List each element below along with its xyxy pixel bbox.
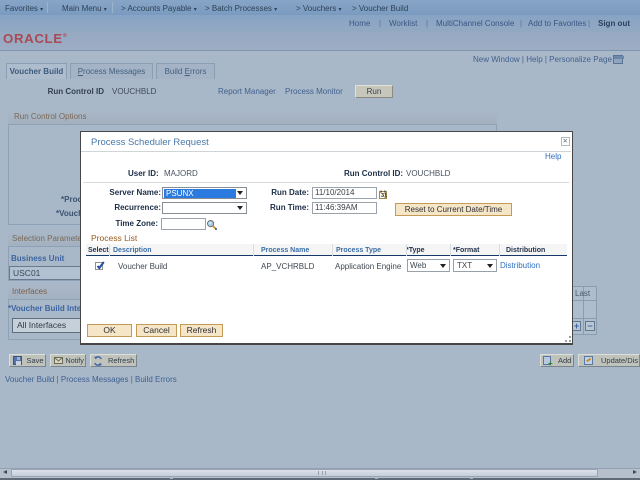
svg-text:31: 31 xyxy=(381,193,387,199)
